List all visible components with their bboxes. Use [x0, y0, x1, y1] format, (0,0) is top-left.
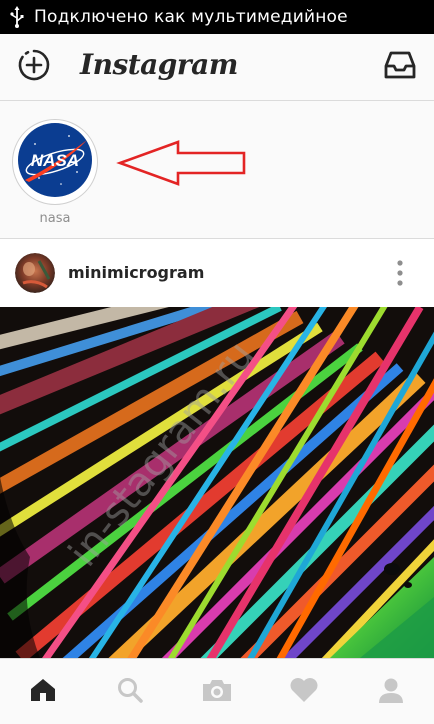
- direct-inbox-icon: [383, 50, 417, 84]
- post-header: minimicrogram: [0, 239, 434, 307]
- story-label: nasa: [39, 211, 71, 226]
- story-ring: NASA: [12, 119, 98, 205]
- tab-activity[interactable]: [260, 659, 347, 724]
- nasa-logo: NASA: [17, 122, 93, 202]
- post-username[interactable]: minimicrogram: [68, 263, 204, 282]
- post-options-button[interactable]: [388, 257, 412, 289]
- tab-profile[interactable]: [347, 659, 434, 724]
- status-bar: Подключено как мультимедийное: [0, 0, 434, 34]
- nasa-logo-text: NASA: [31, 151, 79, 170]
- direct-inbox-button[interactable]: [372, 34, 428, 100]
- add-story-button[interactable]: [6, 34, 62, 100]
- bottom-tab-bar: [0, 658, 434, 724]
- user-avatar[interactable]: [15, 253, 55, 293]
- post-image[interactable]: in-stagram.ru: [0, 307, 434, 658]
- tab-camera[interactable]: [174, 659, 261, 724]
- camera-icon: [201, 676, 233, 708]
- story-nasa[interactable]: NASA nasa: [12, 119, 98, 226]
- app-header: Instagram: [0, 34, 434, 101]
- heart-icon: [289, 677, 319, 707]
- more-options-icon: [388, 260, 412, 293]
- tab-home[interactable]: [0, 659, 87, 724]
- profile-icon: [377, 676, 405, 708]
- add-story-icon: [17, 48, 51, 86]
- instagram-logo: Instagram: [80, 48, 238, 81]
- tab-search[interactable]: [87, 659, 174, 724]
- red-arrow-annotation: [116, 140, 248, 190]
- status-text: Подключено как мультимедийное: [34, 7, 348, 27]
- home-icon: [29, 677, 57, 707]
- usb-icon: [0, 0, 34, 34]
- search-icon: [116, 676, 144, 708]
